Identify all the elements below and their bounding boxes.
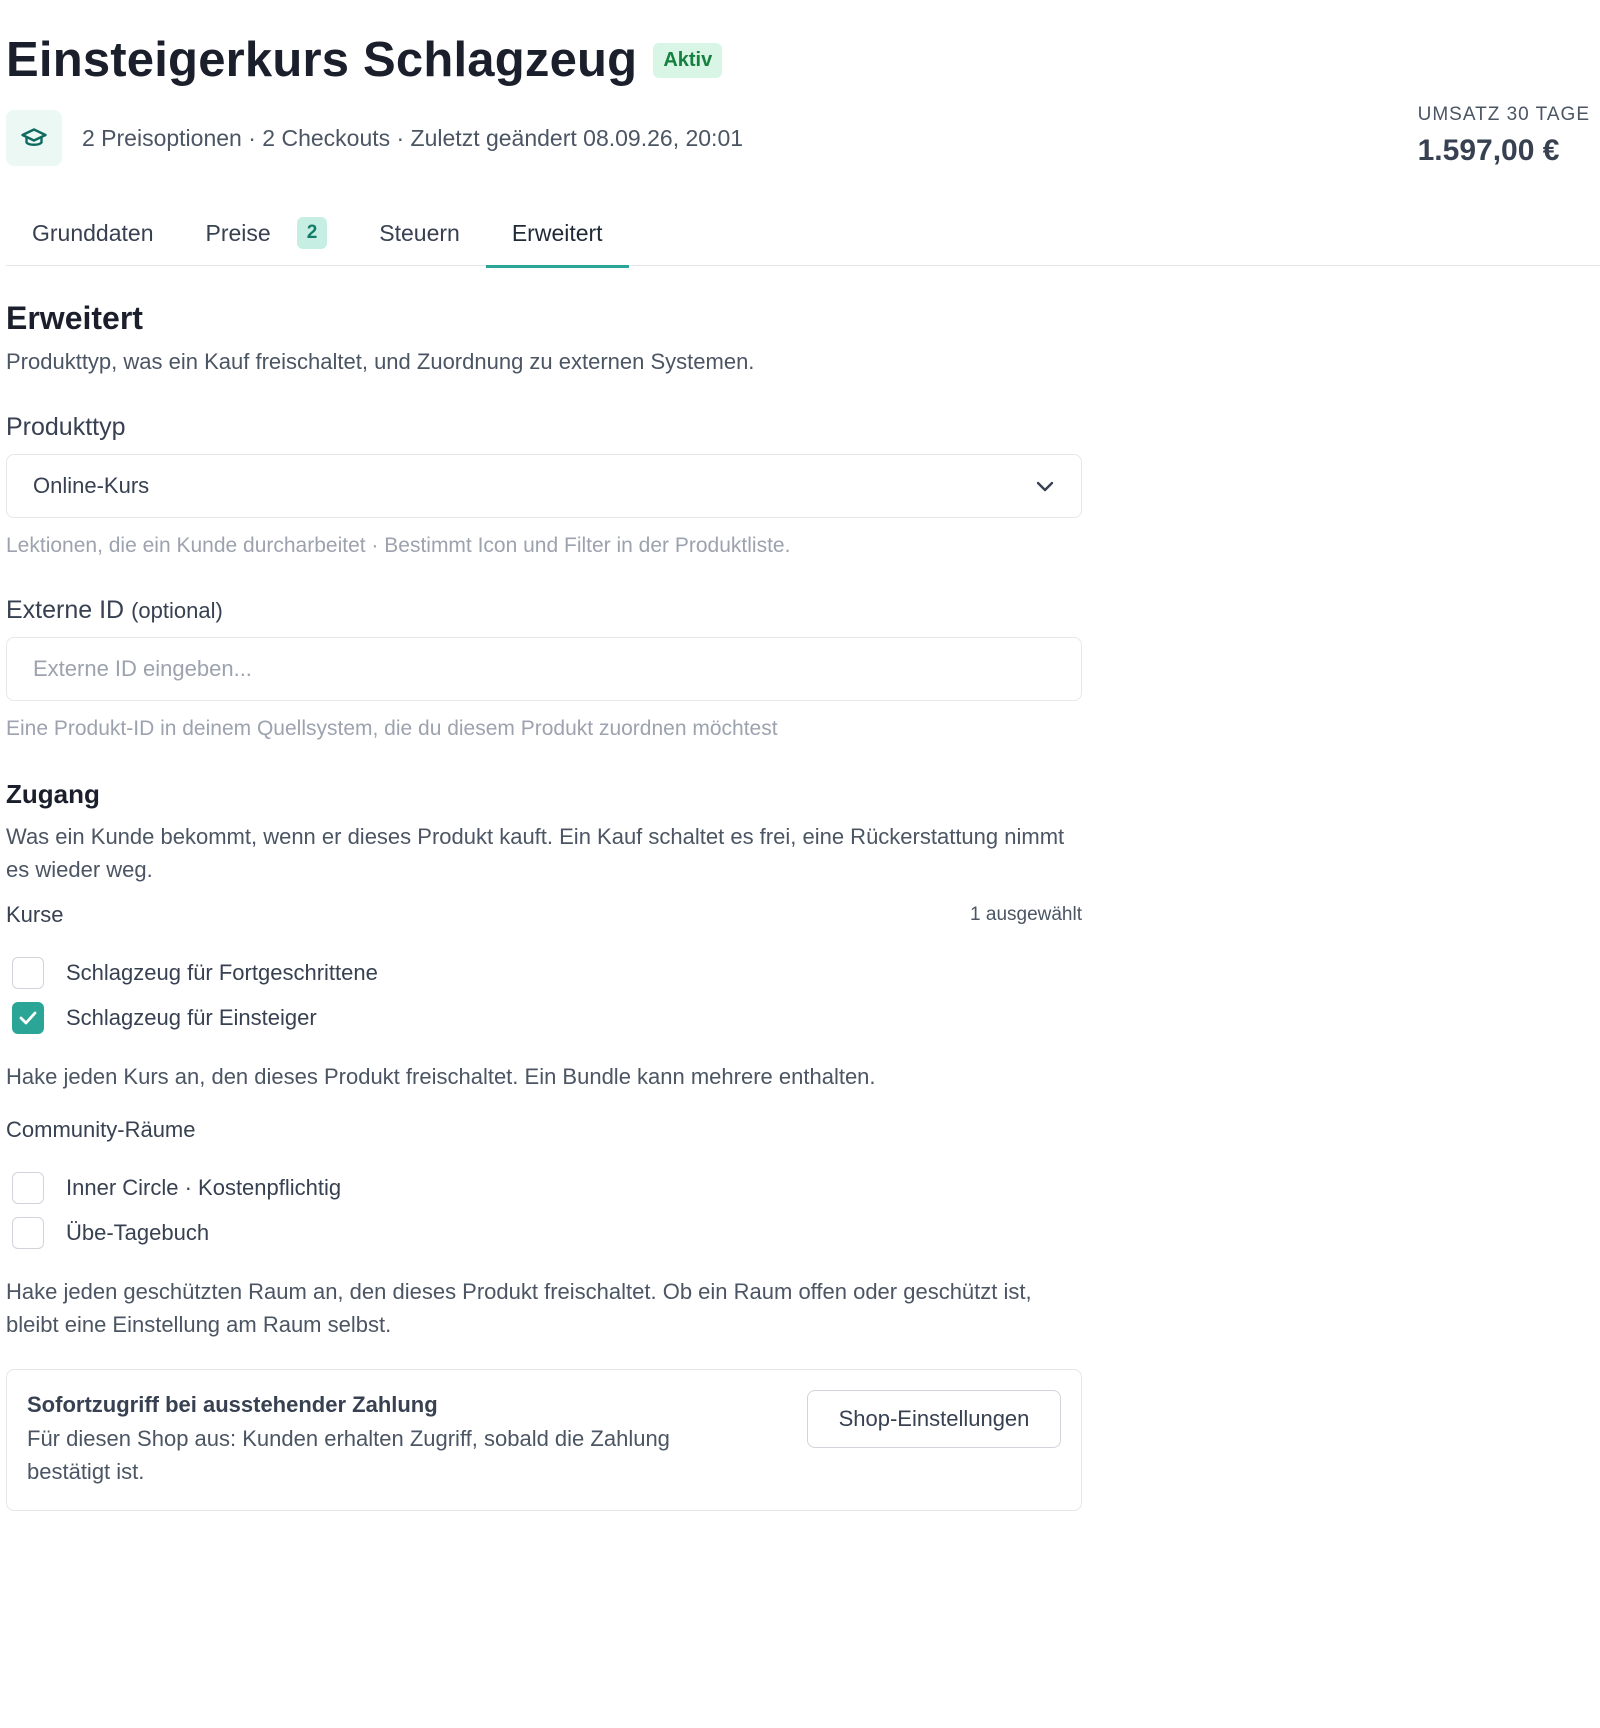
external-id-help: Eine Produkt-ID in deinem Quellsystem, d… <box>6 717 778 740</box>
advanced-section: Erweitert Produkttyp, was ein Kauf freis… <box>6 300 1082 1511</box>
chevron-down-icon <box>1035 473 1055 499</box>
external-id-optional: (optional) <box>131 598 223 623</box>
tab-label: Erweitert <box>511 219 603 246</box>
product-type-select[interactable]: Online-Kurs <box>6 454 1082 518</box>
meta-row: 2 Preisoptionen · 2 Checkouts · Zuletzt … <box>6 110 743 166</box>
tab-label: Grunddaten <box>32 219 154 246</box>
courses-list: Schlagzeug für Fortgeschrittene Schlagze… <box>6 950 1082 1040</box>
course-label: Schlagzeug für Einsteiger <box>66 1004 317 1030</box>
external-id-input[interactable]: Externe ID eingeben... <box>6 637 1082 701</box>
tab-erweitert[interactable]: Erweitert <box>485 200 629 268</box>
external-id-field: Externe ID (optional) Externe ID eingebe… <box>6 596 1082 741</box>
course-item[interactable]: Schlagzeug für Fortgeschrittene <box>6 950 1082 995</box>
courses-help: Hake jeden Kurs an, den dieses Produkt f… <box>6 1064 876 1089</box>
rooms-label: Community-Räume <box>6 1117 196 1142</box>
product-type-field: Produkttyp Online-Kurs Lektionen, die ei… <box>6 413 1082 558</box>
revenue-value: 1.597,00 € <box>1417 134 1560 167</box>
checkbox-checked[interactable] <box>12 1001 44 1034</box>
graduation-cap-icon <box>6 110 62 166</box>
tab-steuern[interactable]: Steuern <box>353 200 486 266</box>
revenue-summary: UMSATZ 30 TAGE 1.597,00 € <box>1418 104 1590 168</box>
tab-bar: Grunddaten Preise 2 Steuern Erweitert <box>6 200 1600 268</box>
courses-label: Kurse <box>6 902 64 927</box>
section-description: Produkttyp, was ein Kauf freischaltet, u… <box>6 349 755 374</box>
external-id-label: Externe ID (optional) <box>6 596 223 624</box>
checkbox[interactable] <box>12 1216 44 1249</box>
room-item[interactable]: Inner Circle · Kostenpflichtig <box>6 1165 1082 1210</box>
rooms-header: Community-Räume <box>6 1117 1082 1143</box>
access-section: Zugang Was ein Kunde bekommt, wenn er di… <box>6 779 1082 1341</box>
rooms-list: Inner Circle · Kostenpflichtig Übe-Tageb… <box>6 1165 1082 1255</box>
external-id-label-text: Externe ID <box>6 596 125 624</box>
tab-preise[interactable]: Preise 2 <box>179 200 353 266</box>
shop-settings-button[interactable]: Shop-Einstellungen <box>807 1390 1061 1448</box>
instant-access-text: Für diesen Shop aus: Kunden erhalten Zug… <box>27 1426 670 1484</box>
room-label: Inner Circle · Kostenpflichtig <box>66 1174 342 1200</box>
page-title: Einsteigerkurs Schlagzeug <box>6 33 638 87</box>
courses-selected-count: 1 ausgewählt <box>970 904 1082 925</box>
product-type-label: Produkttyp <box>6 413 126 441</box>
courses-header: Kurse 1 ausgewählt <box>6 902 1082 928</box>
room-item[interactable]: Übe-Tagebuch <box>6 1210 1082 1255</box>
tab-label: Steuern <box>379 219 460 246</box>
tab-grunddaten[interactable]: Grunddaten <box>6 200 179 266</box>
course-item[interactable]: Schlagzeug für Einsteiger <box>6 995 1082 1040</box>
product-type-value: Online-Kurs <box>33 473 150 498</box>
section-title: Erweitert <box>6 300 143 336</box>
room-label: Übe-Tagebuch <box>66 1219 210 1245</box>
product-type-help: Lektionen, die ein Kunde durcharbeitet ·… <box>6 534 791 557</box>
product-meta: 2 Preisoptionen · 2 Checkouts · Zuletzt … <box>82 124 744 151</box>
instant-access-card: Sofortzugriff bei ausstehender Zahlung F… <box>6 1369 1082 1511</box>
status-badge: Aktiv <box>653 42 723 78</box>
checkbox[interactable] <box>12 1171 44 1204</box>
external-id-placeholder: Externe ID eingeben... <box>33 656 252 681</box>
access-title: Zugang <box>6 779 100 809</box>
rooms-help: Hake jeden geschützten Raum an, den dies… <box>6 1279 1032 1337</box>
checkmark-icon <box>19 1011 37 1024</box>
tab-count-badge: 2 <box>296 217 328 249</box>
checkbox[interactable] <box>12 956 44 989</box>
course-label: Schlagzeug für Fortgeschrittene <box>66 959 378 985</box>
tab-label: Preise <box>205 219 271 246</box>
title-row: Einsteigerkurs Schlagzeug Aktiv <box>6 28 1596 92</box>
access-description: Was ein Kunde bekommt, wenn er dieses Pr… <box>6 824 1065 882</box>
revenue-label: UMSATZ 30 TAGE <box>1417 104 1590 125</box>
